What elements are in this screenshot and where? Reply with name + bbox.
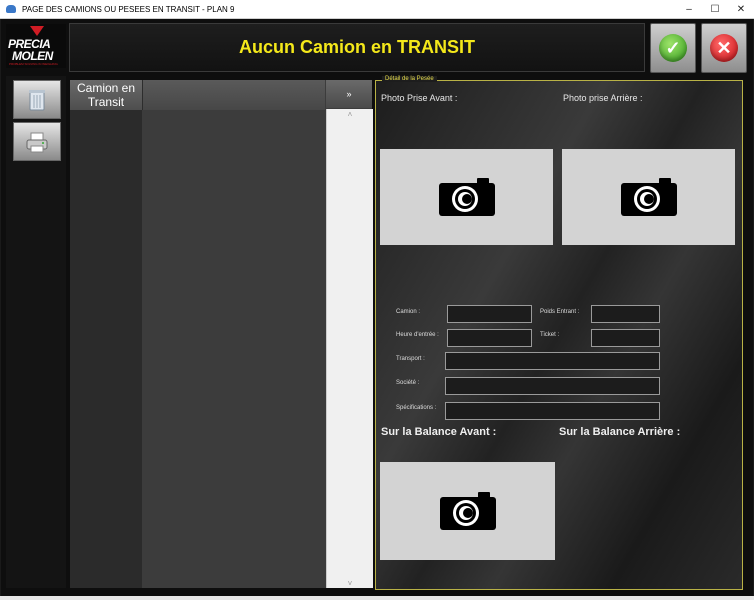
camera-icon — [438, 178, 495, 216]
balance-rear-label: Sur la Balance Arrière : — [559, 426, 681, 438]
trash-icon — [29, 89, 45, 110]
minimize-button[interactable]: – — [676, 0, 702, 18]
societe-field[interactable] — [445, 377, 660, 395]
window-titlebar: PAGE DES CAMIONS OU PESEES EN TRANSIT - … — [0, 0, 754, 19]
grid-column-header-label: Camion en Transit — [76, 81, 136, 109]
specifications-label: Spécifications : — [396, 405, 437, 411]
logo-tagline: PROBLEM SOLVING IN WEIGHING — [9, 62, 58, 66]
balance-front-label: Sur la Balance Avant : — [381, 426, 497, 438]
grid-column-header[interactable]: Camion en Transit — [70, 80, 143, 110]
ticket-label: Ticket : — [540, 332, 560, 338]
camion-field[interactable] — [447, 305, 532, 323]
heure-entree-field[interactable] — [447, 329, 532, 347]
photo-rear[interactable] — [562, 149, 735, 245]
logo-mark — [30, 26, 44, 36]
camion-label: Camion : — [396, 309, 421, 315]
heure-entree-label: Heure d'entrée : — [396, 332, 439, 338]
balance-front-photo[interactable] — [380, 462, 555, 560]
expand-chevron-icon[interactable]: » — [326, 80, 372, 108]
print-button[interactable] — [13, 122, 61, 161]
transport-field[interactable] — [445, 352, 660, 370]
cancel-button[interactable]: ✕ — [701, 23, 747, 73]
detail-legend: Détail de la Pesée — [382, 76, 437, 82]
maximize-button[interactable]: ☐ — [702, 0, 728, 18]
grid-column-empty — [143, 110, 325, 588]
page-header: Aucun Camion en TRANSIT — [69, 23, 645, 72]
grid-scrollbar[interactable]: ˄ ˅ — [326, 109, 373, 588]
scroll-up-icon[interactable]: ˄ — [327, 110, 373, 119]
status-bar — [0, 596, 754, 600]
camera-icon — [439, 492, 496, 530]
validate-button[interactable]: ✓ — [650, 23, 696, 73]
ticket-field[interactable] — [591, 329, 660, 347]
page-title: Aucun Camion en TRANSIT — [238, 37, 475, 57]
grid-column-camion — [70, 110, 142, 588]
printer-icon — [26, 132, 48, 152]
photo-rear-label: Photo prise Arrière : — [563, 93, 643, 103]
detail-panel: Détail de la Pesée Photo Prise Avant : P… — [375, 76, 743, 590]
specifications-field[interactable] — [445, 402, 660, 420]
app-icon — [6, 5, 16, 13]
poids-entrant-label: Poids Entrant : — [540, 309, 580, 315]
poids-entrant-field[interactable] — [591, 305, 660, 323]
scroll-down-icon[interactable]: ˅ — [327, 579, 373, 588]
photo-front-label: Photo Prise Avant : — [381, 93, 458, 103]
cross-icon: ✕ — [710, 34, 738, 62]
logo-line2: MOLEN — [12, 49, 53, 63]
photo-front[interactable] — [380, 149, 553, 245]
precia-molen-logo: PRECIA MOLEN PROBLEM SOLVING IN WEIGHING — [6, 24, 66, 68]
societe-label: Société : — [396, 380, 420, 386]
close-window-button[interactable]: ✕ — [728, 0, 754, 18]
delete-button[interactable] — [13, 80, 61, 119]
grid-header-fill — [143, 80, 325, 110]
left-toolbar — [6, 76, 66, 588]
window-title: PAGE DES CAMIONS OU PESEES EN TRANSIT - … — [22, 4, 235, 14]
camera-icon — [620, 178, 677, 216]
check-icon: ✓ — [659, 34, 687, 62]
transit-grid[interactable]: Camion en Transit » ˄ ˅ — [70, 80, 373, 588]
transport-label: Transport : — [396, 356, 425, 362]
